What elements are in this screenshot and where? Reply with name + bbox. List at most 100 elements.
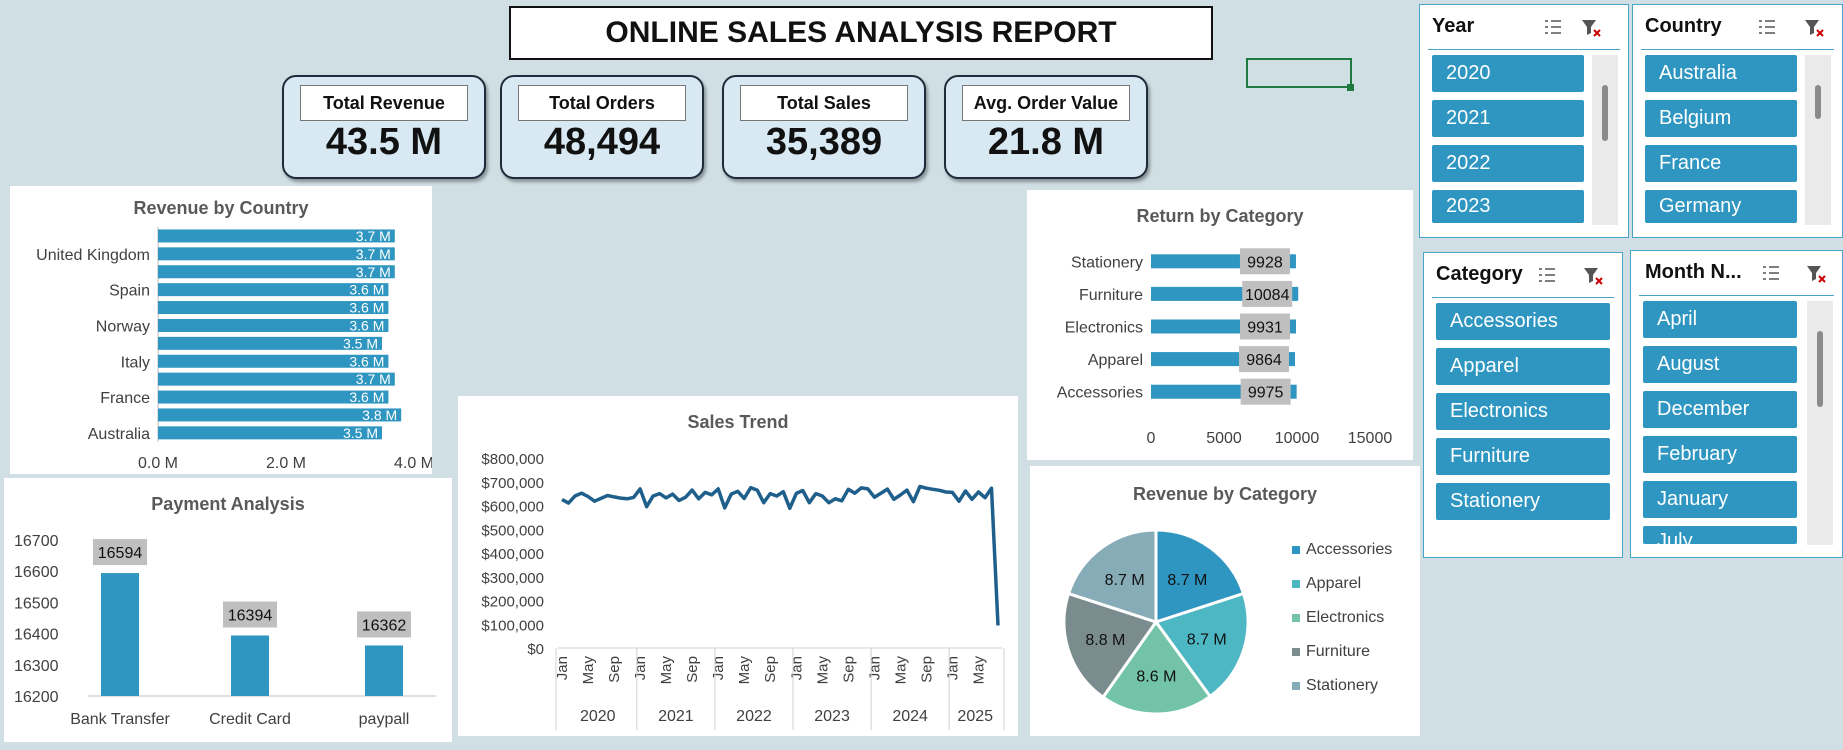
slicer-item[interactable]: France [1645, 145, 1797, 182]
tick-label: 0 [1147, 430, 1156, 447]
slicer-item[interactable]: Belgium [1645, 100, 1797, 137]
legend-swatch [1292, 682, 1300, 690]
data-label: 3.7 M [356, 228, 391, 244]
category-label: paypall [359, 711, 410, 728]
kpi-label: Total Revenue [300, 85, 468, 121]
legend-swatch [1292, 580, 1300, 588]
slicer-item[interactable]: 2021 [1432, 100, 1584, 137]
data-label: 3.5 M [343, 425, 378, 441]
tick-label: 4.0 M [394, 455, 432, 472]
tick-label: Sep [918, 656, 935, 683]
slicer-month[interactable]: Month N... April August December Februar… [1630, 250, 1843, 558]
revenue-by-category-chart[interactable]: Revenue by Category 8.7 M 8.7 M 8.6 M 8.8 M… [1030, 466, 1420, 736]
scrollbar[interactable] [1805, 55, 1831, 225]
category-label: Norway [96, 318, 150, 335]
selected-cell[interactable] [1246, 58, 1352, 88]
data-label: 10084 [1245, 287, 1290, 304]
slicer-country[interactable]: Country Australia Belgium France Germany [1632, 4, 1843, 238]
clear-filter-icon[interactable] [1803, 17, 1825, 39]
category-label: Italy [121, 354, 150, 371]
tick-label: $200,000 [481, 594, 544, 611]
legend-label: Accessories [1306, 541, 1392, 558]
clear-filter-icon[interactable] [1582, 265, 1604, 287]
revenue-by-country-chart[interactable]: Revenue by Country 3.5 M Australia 3.8 M 3.… [10, 186, 432, 474]
legend-label: Stationery [1306, 677, 1378, 694]
slicer-item[interactable]: 2022 [1432, 145, 1584, 182]
sales-trend-chart[interactable]: Sales Trend $0 $100,000 $200,000 $300,000 $4… [458, 396, 1018, 736]
tick-label: $700,000 [481, 475, 544, 492]
data-label: 3.6 M [349, 282, 384, 298]
kpi-value: 35,389 [765, 121, 883, 163]
multi-select-icon[interactable] [1543, 17, 1563, 37]
data-label: 9975 [1248, 385, 1284, 402]
category-label: Spain [109, 283, 150, 300]
clear-filter-icon[interactable] [1580, 17, 1602, 39]
slicer-item[interactable]: January [1643, 481, 1797, 518]
tick-label: 16400 [14, 627, 59, 644]
multi-select-icon[interactable] [1761, 263, 1781, 283]
payment-analysis-chart[interactable]: Payment Analysis 16200 16300 16400 16500 166… [4, 478, 452, 742]
tick-label: May [814, 656, 831, 685]
kpi-total-revenue: Total Revenue 43.5 M [282, 75, 486, 179]
data-label: 16394 [228, 607, 273, 624]
slicer-item[interactable]: 2020 [1432, 55, 1584, 92]
tick-label: $0 [527, 641, 544, 658]
tick-label: Jan [944, 656, 961, 680]
legend-swatch [1292, 614, 1300, 622]
return-by-category-svg: 9975 Accessories 9864 Apparel 9931 Electronic… [1057, 248, 1392, 447]
data-label: 3.5 M [343, 335, 378, 351]
scrollbar-thumb[interactable] [1817, 331, 1823, 407]
tick-label: Sep [762, 656, 779, 683]
slicer-category[interactable]: Category Accessories Apparel Electronics… [1423, 252, 1623, 558]
category-label: France [100, 390, 150, 407]
kpi-total-sales: Total Sales 35,389 [722, 75, 926, 179]
data-label: 3.7 M [356, 246, 391, 262]
clear-filter-icon[interactable] [1805, 263, 1827, 285]
tick-label: 5000 [1206, 430, 1242, 447]
slicer-item[interactable]: Accessories [1436, 303, 1610, 340]
bar [365, 645, 403, 696]
cell-fill-handle[interactable] [1347, 84, 1354, 91]
slicer-item[interactable]: Stationery [1436, 483, 1610, 520]
tick-label: May [970, 656, 987, 685]
slicer-item[interactable]: Electronics [1436, 393, 1610, 430]
slicer-item[interactable]: February [1643, 436, 1797, 473]
tick-label: 16200 [14, 689, 59, 706]
return-by-category-chart[interactable]: Return by Category 9975 Accessories 9864 Ap… [1027, 190, 1413, 460]
slicer-item[interactable]: 2023 [1432, 190, 1584, 223]
data-label: 3.7 M [356, 264, 391, 280]
slicer-year[interactable]: Year 2020 2021 2022 2023 [1419, 4, 1629, 238]
kpi-label: Total Sales [740, 85, 908, 121]
category-label: Stationery [1071, 254, 1143, 271]
legend-swatch [1292, 546, 1300, 554]
tick-label: $500,000 [481, 522, 544, 539]
slicer-item[interactable]: August [1643, 346, 1797, 383]
kpi-avg-order-value: Avg. Order Value 21.8 M [944, 75, 1148, 179]
legend-label: Apparel [1306, 575, 1361, 592]
slicer-divider [1639, 295, 1834, 296]
kpi-value: 43.5 M [325, 121, 443, 163]
scrollbar-thumb[interactable] [1602, 85, 1608, 141]
year-label: 2023 [814, 708, 850, 725]
slicer-item[interactable]: July [1643, 526, 1797, 544]
multi-select-icon[interactable] [1537, 265, 1557, 285]
revenue-by-country-svg: 3.5 M Australia 3.8 M 3.6 M France 3.7 M 3.6 M… [36, 227, 432, 472]
legend-label: Furniture [1306, 643, 1370, 660]
slicer-item[interactable]: Australia [1645, 55, 1797, 92]
kpi-label: Total Orders [518, 85, 686, 121]
slicer-item[interactable]: December [1643, 391, 1797, 428]
slicer-item[interactable]: April [1643, 301, 1797, 338]
tick-label: Sep [606, 656, 623, 683]
data-label: 9931 [1247, 320, 1283, 337]
tick-label: Jan [866, 656, 883, 680]
data-label: 8.7 M [1187, 631, 1227, 648]
category-label: Australia [88, 426, 150, 443]
sales-trend-svg: $0 $100,000 $200,000 $300,000 $400,000 $500,0… [481, 451, 1005, 730]
slicer-item[interactable]: Apparel [1436, 348, 1610, 385]
slicer-item[interactable]: Furniture [1436, 438, 1610, 475]
multi-select-icon[interactable] [1757, 17, 1777, 37]
data-label: 16362 [362, 617, 407, 634]
tick-label: 16300 [14, 658, 59, 675]
scrollbar-thumb[interactable] [1815, 85, 1821, 119]
slicer-item[interactable]: Germany [1645, 190, 1797, 223]
